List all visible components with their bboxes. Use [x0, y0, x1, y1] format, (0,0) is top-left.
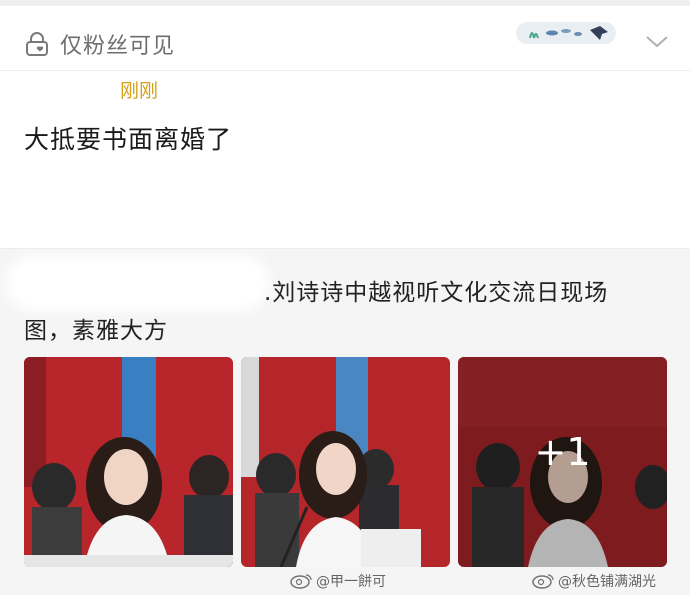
photo-thumbnail-3[interactable]: +1 [458, 357, 667, 567]
photo-woman-seated-icon [24, 357, 233, 567]
photo-thumbnail-1[interactable] [24, 357, 233, 567]
weibo-icon [532, 573, 554, 589]
blurred-username [14, 263, 262, 303]
timestamp: 刚刚 [120, 80, 159, 102]
repost-text-line-2: 图，素雅大方 [24, 318, 168, 344]
weibo-icon [290, 573, 312, 589]
watermark-2: @秋色铺满湖光 [532, 571, 656, 591]
watermark-text: @秋色铺满湖光 [558, 574, 656, 590]
post-text: 大抵要书面离婚了 [24, 125, 233, 154]
lock-heart-icon [24, 31, 50, 57]
reposted-card[interactable]: .刘诗诗中越视听文化交流日现场 图，素雅大方 +1 @甲一餅可 @秋色铺满湖光 [0, 248, 690, 595]
visibility-indicator: 仅粉丝可见 [24, 28, 175, 60]
watermark-1: @甲一餅可 [290, 571, 386, 591]
watermark-text: @甲一餅可 [316, 574, 386, 590]
visibility-label: 仅粉丝可见 [60, 34, 176, 59]
decoration-sticker [516, 20, 616, 46]
more-photos-badge: +1 [534, 430, 591, 474]
photo-thumbnail-2[interactable] [241, 357, 450, 567]
post-body [0, 71, 690, 248]
chevron-down-icon[interactable] [644, 28, 670, 54]
photo-woman-speaking-icon [241, 357, 450, 567]
post-header: 仅粉丝可见 [0, 6, 690, 71]
repost-text-line-1: .刘诗诗中越视听文化交流日现场 [264, 280, 609, 306]
